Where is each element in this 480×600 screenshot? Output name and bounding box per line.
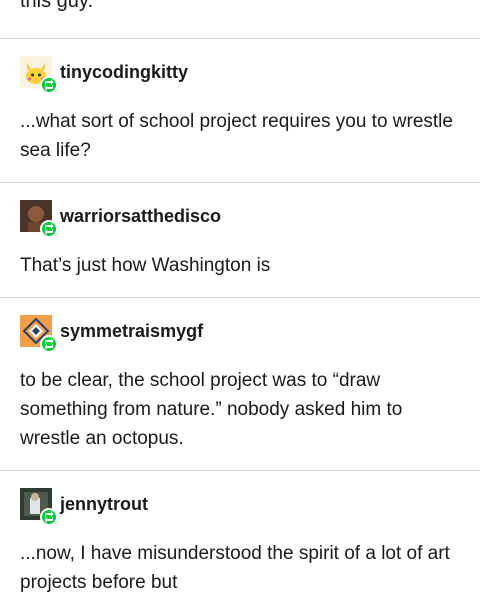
- post-text: That’s just how Washington is: [20, 255, 271, 276]
- divider: [0, 38, 480, 39]
- post-header: warriorsatthedisco: [20, 199, 221, 238]
- post-header: jennytrout: [20, 487, 148, 526]
- divider: [0, 470, 480, 471]
- post-text: to be clear, the school project was to “…: [20, 370, 403, 449]
- username[interactable]: warriorsatthedisco: [60, 206, 221, 227]
- username[interactable]: jennytrout: [60, 494, 148, 515]
- photo-avatar-icon[interactable]: [20, 200, 58, 238]
- photo-avatar-icon[interactable]: [20, 488, 58, 526]
- reblog-icon: [40, 76, 58, 94]
- post-text: ...what sort of school project requires …: [20, 111, 453, 161]
- reblog-icon: [40, 220, 58, 238]
- reblog-icon: [40, 335, 58, 353]
- username[interactable]: tinycodingkitty: [60, 62, 188, 83]
- top-text-fragment: this guy.: [20, 0, 93, 12]
- pikachu-avatar-icon[interactable]: [20, 56, 58, 94]
- post-header: tinycodingkitty: [20, 55, 188, 94]
- symmetra-logo-avatar-icon[interactable]: [20, 315, 58, 353]
- divider: [0, 182, 480, 183]
- reblog-icon: [40, 508, 58, 526]
- divider: [0, 297, 480, 298]
- post-header: symmetraismygf: [20, 314, 203, 353]
- post-text: ...now, I have misunderstood the spirit …: [20, 543, 450, 593]
- username[interactable]: symmetraismygf: [60, 321, 203, 342]
